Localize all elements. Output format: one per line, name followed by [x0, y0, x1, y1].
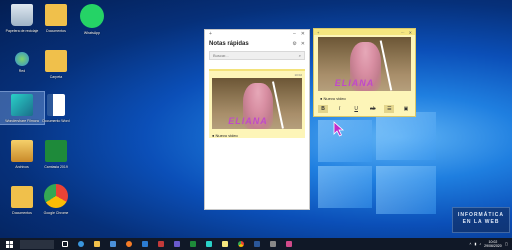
- trash-icon: [11, 4, 33, 26]
- mail-icon: [142, 241, 148, 247]
- photos-icon: [174, 241, 180, 247]
- word-icon: [254, 241, 260, 247]
- camtasia-icon: [190, 241, 196, 247]
- taskbar-camtasia[interactable]: [188, 239, 198, 249]
- sticky-notes-list-window: + – ✕ Notas rápidas ⚙ ✕ Buscar... ⌕ 10:0…: [204, 29, 310, 210]
- whatsapp-shortcut[interactable]: WhatsApp: [70, 4, 114, 35]
- edge-icon: [78, 241, 84, 247]
- search-icon: ⌕: [298, 53, 301, 58]
- format-toolbar: B I U ab ☰ ▣: [318, 104, 411, 114]
- close-icon[interactable]: ✕: [301, 41, 305, 47]
- clock-date: 29/06/2020: [484, 244, 502, 248]
- filmora-icon: [206, 241, 212, 247]
- filmora-icon: [11, 94, 33, 116]
- image-watermark: ELIANA: [228, 115, 268, 126]
- app-icon: [158, 241, 164, 247]
- minimize-icon[interactable]: –: [293, 31, 296, 37]
- new-note-icon[interactable]: +: [209, 31, 212, 37]
- note-image: ELIANA: [212, 78, 302, 129]
- whatsapp-icon: [80, 4, 104, 28]
- network-icon[interactable]: ▮: [474, 242, 476, 246]
- word-document-shortcut[interactable]: Documento Word: [34, 94, 78, 123]
- folder-icon: [45, 50, 67, 72]
- search-input[interactable]: Buscar... ⌕: [209, 51, 305, 60]
- channel-watermark: INFORMÁTICA EN LA WEB: [452, 207, 510, 233]
- mouse-cursor-icon: [333, 121, 345, 137]
- note-text[interactable]: ● Nuevo video: [320, 96, 411, 101]
- desktop-icon-label: Google Chrome: [43, 211, 69, 215]
- desktop-icon-label: WhatsApp: [83, 31, 101, 35]
- close-icon[interactable]: ✕: [301, 31, 305, 37]
- taskbar-chrome[interactable]: [236, 239, 246, 249]
- taskbar-edge[interactable]: [76, 239, 86, 249]
- taskbar-filmora[interactable]: [204, 239, 214, 249]
- start-button[interactable]: [4, 239, 14, 249]
- close-icon[interactable]: ✕: [409, 30, 412, 35]
- search-placeholder: Buscar...: [213, 53, 229, 58]
- taskbar-firefox[interactable]: [124, 239, 134, 249]
- taskbar-search[interactable]: [20, 239, 54, 249]
- image-button[interactable]: ▣: [401, 105, 411, 113]
- task-view-button[interactable]: [60, 239, 70, 249]
- taskbar-app[interactable]: [156, 239, 166, 249]
- taskbar-app-3[interactable]: [284, 239, 294, 249]
- folder-icon: [45, 4, 67, 26]
- new-note-icon[interactable]: +: [317, 30, 319, 35]
- taskbar-sticky-notes[interactable]: [220, 239, 230, 249]
- store-icon: [110, 241, 116, 247]
- note-text: ● Nuevo video: [212, 133, 238, 138]
- sticky-note-window: + ··· ✕ ELIANA ● Nuevo video B I U ab ☰ …: [313, 28, 416, 117]
- more-icon[interactable]: ···: [401, 30, 405, 35]
- chrome-shortcut[interactable]: Google Chrome: [34, 184, 78, 215]
- watermark-line-2: EN LA WEB: [462, 219, 500, 225]
- folder-shortcut[interactable]: Carpeta: [34, 50, 78, 79]
- folder-icon: [11, 186, 33, 208]
- underline-button[interactable]: U: [351, 105, 361, 113]
- sticky-notes-icon: [222, 241, 228, 247]
- globe-icon: [15, 52, 29, 66]
- camtasia-icon: [45, 140, 67, 162]
- bold-button[interactable]: B: [318, 105, 328, 113]
- clock[interactable]: 10:02 29/06/2020: [484, 240, 502, 248]
- desktop-icon-label: Camtasia 2019: [44, 165, 68, 169]
- folder-icon: [94, 241, 100, 247]
- app-icon: [270, 241, 276, 247]
- note-date: 10:02: [294, 73, 302, 77]
- page-title: Notas rápidas: [209, 41, 249, 47]
- notifications-icon[interactable]: ▢: [505, 242, 508, 246]
- strikethrough-button[interactable]: ab: [368, 105, 378, 113]
- desktop-icon-label: Carpeta: [49, 75, 63, 79]
- watermark-line-1: INFORMÁTICA: [458, 212, 504, 218]
- taskbar-app-2[interactable]: [268, 239, 278, 249]
- firefox-icon: [126, 241, 132, 247]
- desktop-icon-label: Documento Word: [42, 119, 70, 123]
- chevron-up-icon[interactable]: ˄: [469, 242, 471, 246]
- taskbar: ˄ ▮ ♪ 10:02 29/06/2020 ▢: [0, 238, 512, 250]
- bullet-list-button[interactable]: ☰: [384, 105, 395, 113]
- sticky-list-titlebar: + – ✕: [205, 30, 309, 38]
- note-image: ELIANA: [318, 37, 411, 91]
- taskbar-mail[interactable]: [140, 239, 150, 249]
- chrome-icon: [238, 241, 244, 247]
- taskbar-explorer[interactable]: [92, 239, 102, 249]
- taskbar-store[interactable]: [108, 239, 118, 249]
- task-view-icon: [62, 241, 68, 247]
- camtasia-shortcut[interactable]: Camtasia 2019: [34, 140, 78, 169]
- volume-icon[interactable]: ♪: [479, 242, 481, 246]
- windows-logo-icon: [5, 240, 13, 248]
- image-watermark: ELIANA: [334, 77, 375, 88]
- note-titlebar: + ··· ✕: [314, 29, 415, 35]
- taskbar-word[interactable]: [252, 239, 262, 249]
- system-tray: ˄ ▮ ♪ 10:02 29/06/2020 ▢: [469, 240, 512, 248]
- word-icon: [47, 94, 65, 116]
- taskbar-photos[interactable]: [172, 239, 182, 249]
- note-preview-card[interactable]: 10:02 ELIANA ● Nuevo video: [209, 69, 305, 138]
- chrome-icon: [44, 184, 68, 208]
- app-icon: [286, 241, 292, 247]
- folder-icon: [11, 140, 33, 162]
- italic-button[interactable]: I: [335, 105, 345, 113]
- settings-icon[interactable]: ⚙: [292, 41, 296, 47]
